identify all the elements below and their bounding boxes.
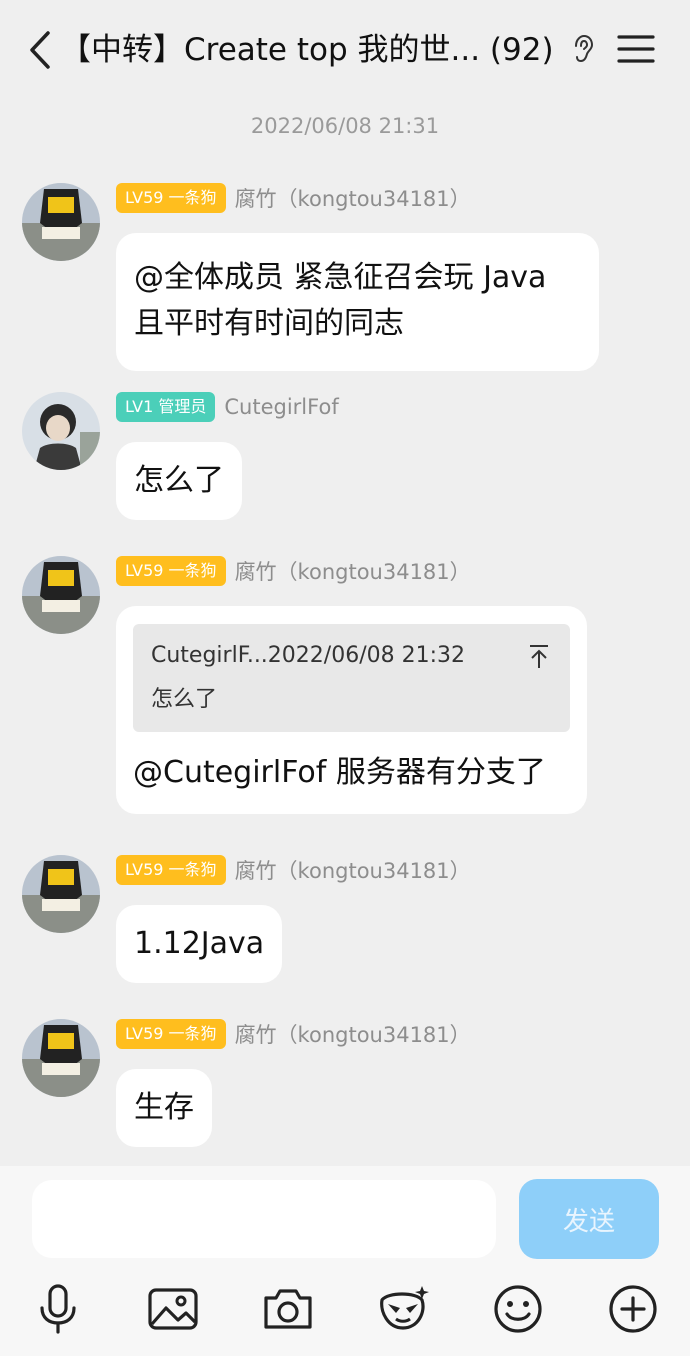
image-icon[interactable] [146, 1282, 200, 1336]
quoted-reply[interactable]: CutegirlF...2022/06/08 21:32 怎么了 [133, 624, 570, 732]
message-meta: LV59 一条狗 腐竹（kongtou34181） [116, 183, 471, 213]
menu-icon[interactable] [616, 32, 656, 66]
chat-header: 【中转】Create top 我的世... (92) [0, 0, 690, 100]
sender-name[interactable]: 腐竹（kongtou34181） [235, 183, 471, 213]
message-text: 怎么了 [134, 463, 224, 498]
level-badge: LV59 一条狗 [116, 556, 226, 586]
message-timestamp: 2022/06/08 21:31 [250, 114, 440, 138]
message-bubble[interactable]: CutegirlF...2022/06/08 21:32 怎么了 @Cutegi… [116, 606, 587, 814]
sender-name[interactable]: CutegirlFof [224, 395, 338, 419]
quote-header: CutegirlF...2022/06/08 21:32 [151, 643, 465, 668]
message-text-line: 且平时有时间的同志 [134, 306, 404, 341]
chat-title[interactable]: 【中转】Create top 我的世... (92) [60, 26, 554, 74]
emoji-icon[interactable] [491, 1282, 545, 1336]
avatar[interactable] [22, 1019, 100, 1097]
send-button[interactable]: 发送 [519, 1179, 659, 1259]
message-text: 1.12Java [134, 926, 265, 961]
back-arrow-icon[interactable] [22, 28, 62, 72]
message-meta: LV59 一条狗 腐竹（kongtou34181） [116, 1019, 471, 1049]
camera-icon[interactable] [261, 1282, 315, 1336]
message-text: @CutegirlFof 服务器有分支了 [133, 755, 546, 790]
level-badge: LV1 管理员 [116, 392, 216, 422]
message-bubble[interactable]: 1.12Java [116, 905, 283, 983]
avatar[interactable] [22, 855, 100, 933]
jump-to-top-icon[interactable] [528, 644, 550, 670]
sender-name[interactable]: 腐竹（kongtou34181） [235, 1019, 471, 1049]
plus-icon[interactable] [606, 1282, 660, 1336]
sender-name[interactable]: 腐竹（kongtou34181） [235, 855, 471, 885]
sender-name[interactable]: 腐竹（kongtou34181） [235, 556, 471, 586]
message-meta: LV1 管理员 CutegirlFof [116, 392, 339, 422]
message-text: 生存 [134, 1090, 194, 1125]
composer-bar: 发送 [0, 1166, 690, 1356]
message-text-line: @全体成员 紧急征召会玩 Java [134, 260, 547, 295]
message-bubble[interactable]: 生存 [116, 1069, 212, 1147]
quote-text: 怎么了 [151, 687, 218, 712]
level-badge: LV59 一条狗 [116, 183, 226, 213]
avatar[interactable] [22, 556, 100, 634]
message-input[interactable] [32, 1180, 496, 1258]
message-bubble[interactable]: @全体成员 紧急征召会玩 Java 且平时有时间的同志 [116, 233, 599, 371]
message-bubble[interactable]: 怎么了 [116, 442, 242, 520]
sticker-icon[interactable] [376, 1282, 430, 1336]
level-badge: LV59 一条狗 [116, 855, 226, 885]
microphone-icon[interactable] [31, 1282, 85, 1336]
ear-icon[interactable] [570, 34, 596, 64]
message-meta: LV59 一条狗 腐竹（kongtou34181） [116, 855, 471, 885]
level-badge: LV59 一条狗 [116, 1019, 226, 1049]
message-meta: LV59 一条狗 腐竹（kongtou34181） [116, 556, 471, 586]
avatar[interactable] [22, 392, 100, 470]
avatar[interactable] [22, 183, 100, 261]
